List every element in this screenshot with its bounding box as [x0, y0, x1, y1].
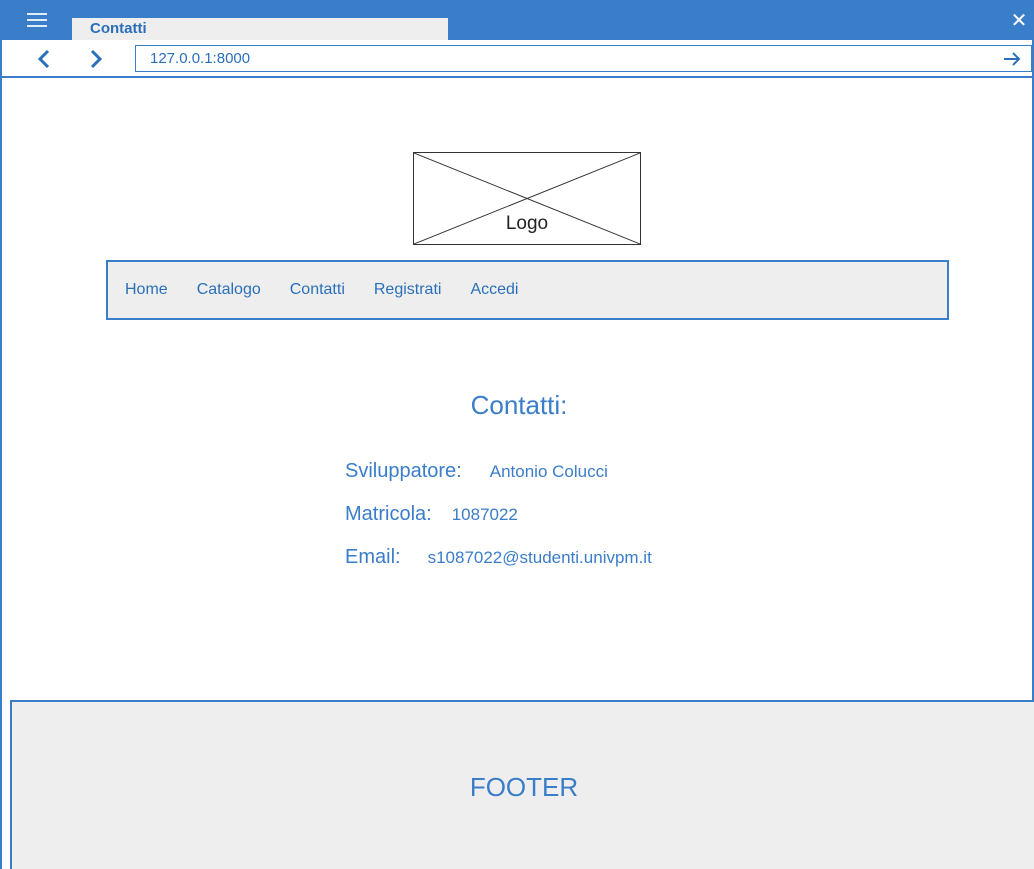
browser-tab[interactable]: Contatti	[72, 18, 448, 40]
browser-titlebar: Contatti ✕	[2, 0, 1034, 40]
forward-button[interactable]	[81, 44, 111, 74]
address-bar[interactable]: 127.0.0.1:8000	[135, 45, 1032, 72]
contact-info: Sviluppatore: Antonio Colucci Matricola:…	[345, 460, 652, 589]
browser-toolbar: 127.0.0.1:8000	[2, 40, 1034, 78]
nav-item-registrati[interactable]: Registrati	[374, 281, 442, 299]
chevron-left-icon	[37, 49, 50, 69]
logo-placeholder: Logo	[413, 152, 641, 245]
info-row-developer: Sviluppatore: Antonio Colucci	[345, 460, 652, 503]
matricola-label: Matricola:	[345, 503, 432, 525]
tab-title: Contatti	[90, 20, 147, 37]
nav-item-accedi[interactable]: Accedi	[470, 281, 518, 299]
close-icon[interactable]: ✕	[1008, 10, 1030, 32]
arrow-right-icon	[1004, 51, 1021, 66]
info-row-email: Email: s1087022@studenti.univpm.it	[345, 546, 652, 589]
back-button[interactable]	[29, 44, 59, 74]
logo-label: Logo	[505, 213, 549, 234]
nav-item-contatti[interactable]: Contatti	[290, 281, 345, 299]
footer-label: FOOTER	[469, 772, 579, 802]
footer: FOOTER	[10, 700, 1034, 869]
developer-value: Antonio Colucci	[489, 462, 608, 481]
page-title: Contatti:	[470, 390, 568, 420]
info-row-matricola: Matricola: 1087022	[345, 503, 652, 546]
email-label: Email:	[345, 546, 401, 568]
email-value: s1087022@studenti.univpm.it	[427, 548, 652, 567]
go-button[interactable]	[1001, 46, 1023, 71]
nav-item-home[interactable]: Home	[125, 281, 168, 299]
hamburger-icon	[27, 13, 47, 27]
site-navigation: Home Catalogo Contatti Registrati Accedi	[106, 260, 949, 320]
matricola-value: 1087022	[451, 505, 518, 524]
browser-window: Contatti ✕ 127.0.0.1:8000 Logo Home Cata…	[0, 0, 1034, 869]
menu-button[interactable]	[2, 0, 72, 40]
nav-item-catalogo[interactable]: Catalogo	[197, 281, 261, 299]
chevron-right-icon	[90, 49, 103, 69]
developer-label: Sviluppatore:	[345, 460, 462, 482]
url-text: 127.0.0.1:8000	[150, 50, 251, 67]
